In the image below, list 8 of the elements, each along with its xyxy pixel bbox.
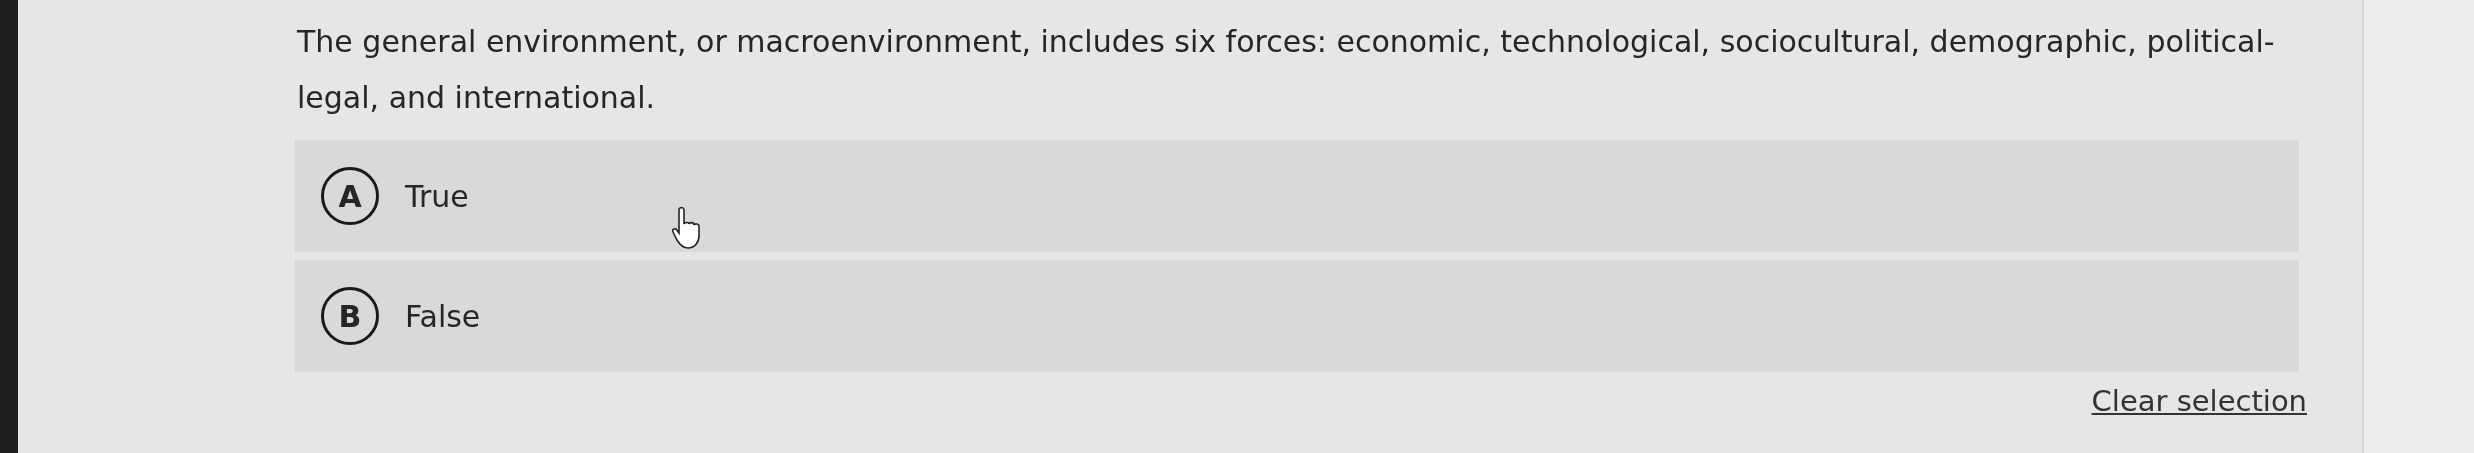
option-label: False [405, 297, 481, 336]
answer-option[interactable]: A True [295, 140, 2299, 252]
option-label: True [405, 177, 469, 216]
clear-selection-link[interactable]: Clear selection [2091, 380, 2307, 424]
option-letter: A [321, 167, 379, 225]
option-letter: B [321, 287, 379, 345]
answer-option[interactable]: B False [295, 260, 2299, 372]
question-text: The general environment, or macroenvironment, includes six forces: economic, technological, sociocultural, demographic, political-legal, and international. [297, 23, 2276, 117]
